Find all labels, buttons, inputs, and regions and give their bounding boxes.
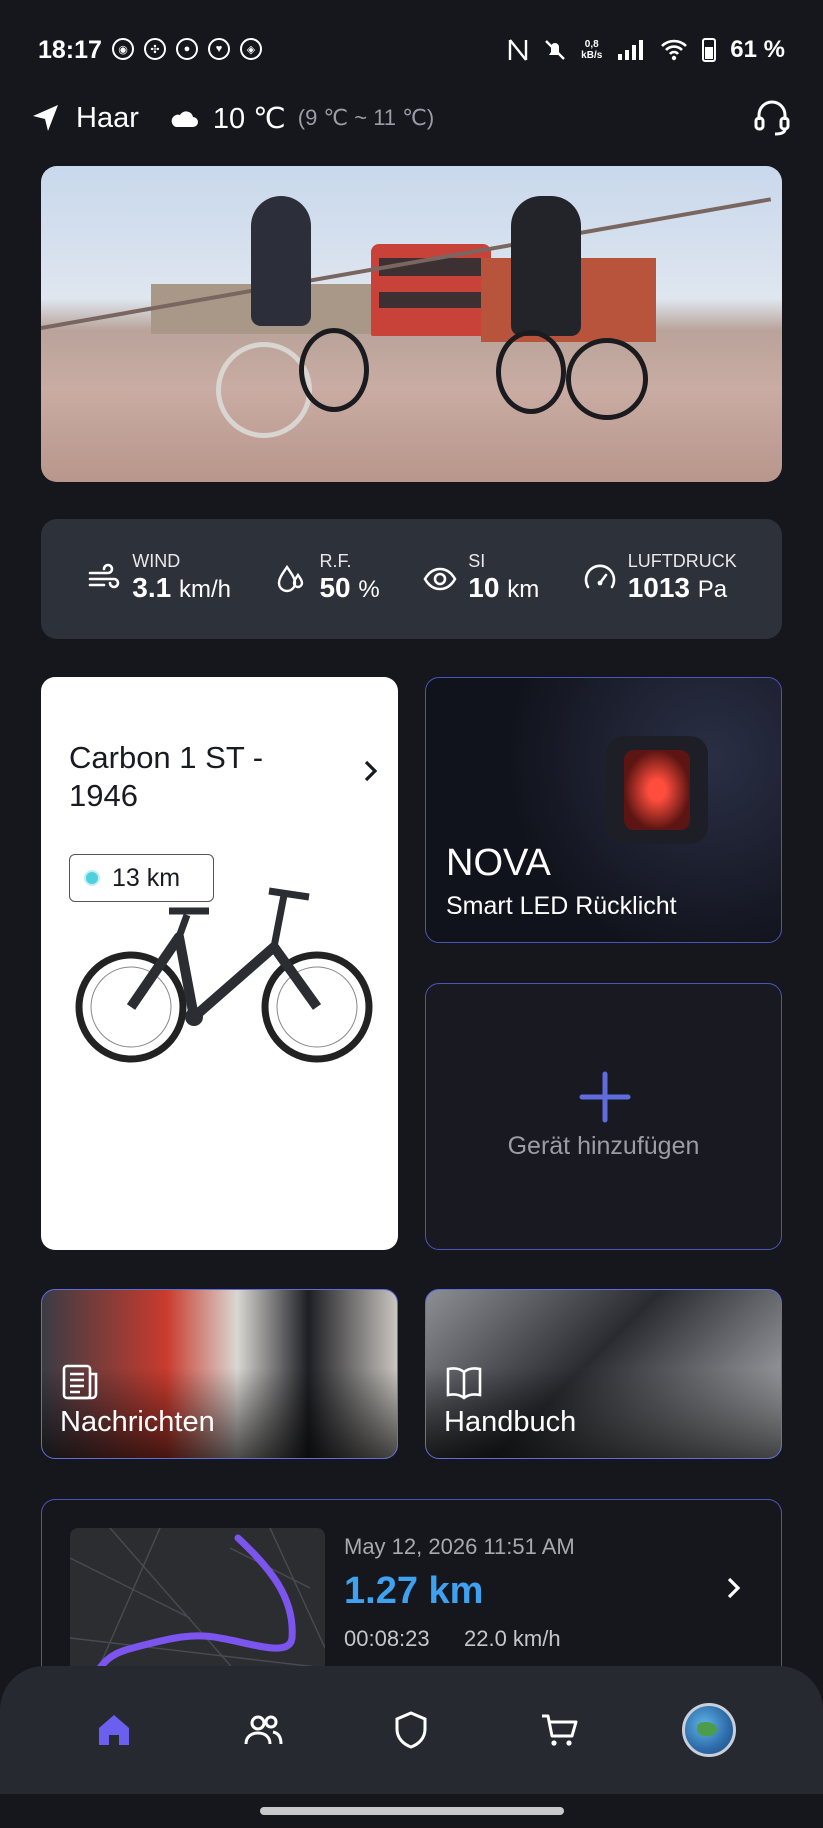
gauge-icon — [584, 564, 615, 589]
nav-shop[interactable] — [530, 1700, 590, 1760]
headset-support-icon[interactable] — [751, 96, 793, 138]
hero-rider-left — [251, 196, 311, 326]
home-icon — [99, 1715, 130, 1745]
hero-rider-right — [511, 196, 581, 336]
chevron-right-icon[interactable] — [721, 1576, 745, 1600]
ride-distance: 1.27 km — [344, 1570, 484, 1612]
ride-date: May 12, 2026 11:51 AM — [344, 1534, 575, 1559]
nova-light-card[interactable]: NOVA Smart LED Rücklicht — [425, 677, 782, 943]
bottom-navigation — [0, 1666, 823, 1794]
location-header: Haar 10 ℃ (9 ℃ ~ 11 ℃) — [30, 96, 793, 140]
people-icon — [244, 1715, 283, 1745]
visibility-value: 10 — [468, 572, 500, 603]
ride-card[interactable]: May 12, 2026 11:51 AM 1.27 km 00:08:23 2… — [41, 1499, 782, 1679]
hero-banner[interactable] — [41, 166, 782, 482]
status-time: 18:17 — [38, 36, 102, 64]
signal-icon — [618, 40, 644, 60]
fan-icon: ✣ — [144, 38, 166, 60]
bike-image — [75, 887, 373, 1063]
home-indicator[interactable] — [260, 1807, 564, 1815]
weather-stats: WIND 3.1 km/h R.F. 50 % SI 10 km LUFTDRU… — [41, 519, 782, 639]
nova-name: NOVA — [446, 842, 551, 884]
nav-security[interactable] — [381, 1700, 441, 1760]
current-temperature: 10 ℃ — [212, 102, 286, 135]
heart-icon: ♥ — [208, 38, 230, 60]
battery-level: 61 % — [730, 36, 785, 63]
status-right: 0,8 kB/s 61 % — [507, 36, 785, 64]
stat-pressure: LUFTDRUCK 1013 Pa — [582, 551, 737, 607]
wind-unit: km/h — [178, 576, 231, 603]
globe-icon — [681, 1703, 736, 1757]
news-tile[interactable]: Nachrichten — [41, 1289, 398, 1459]
pressure-unit: Pa — [697, 576, 728, 603]
stat-visibility: SI 10 km — [422, 551, 539, 607]
location-arrow-icon — [33, 105, 58, 131]
notification-icons: ◉ ✣ ● ♥ ◈ — [112, 38, 262, 60]
mute-icon — [545, 40, 566, 60]
bike-wheel — [216, 342, 312, 438]
humidity-label: R.F. — [319, 551, 352, 571]
visibility-label: SI — [468, 551, 486, 571]
humidity-unit: % — [358, 576, 380, 603]
net-speed: 0,8 kB/s — [581, 39, 603, 61]
lion-icon: ◈ — [240, 38, 262, 60]
bike-wheel — [299, 328, 369, 412]
rear-light-image — [606, 736, 708, 844]
news-label: Nachrichten — [60, 1406, 215, 1438]
ride-speed: 22.0 km/h — [464, 1626, 561, 1651]
ride-map — [70, 1528, 325, 1679]
humidity-value: 50 — [319, 572, 351, 603]
app-icon: ● — [176, 38, 198, 60]
nav-community[interactable] — [233, 1700, 293, 1760]
visibility-unit: km — [507, 576, 540, 603]
nova-subtitle: Smart LED Rücklicht — [446, 892, 677, 920]
nav-home[interactable] — [84, 1700, 144, 1760]
wifi-icon — [661, 39, 688, 61]
humidity-icon — [278, 564, 304, 593]
add-device-label: Gerät hinzufügen — [507, 1132, 700, 1160]
route-map — [70, 1528, 325, 1679]
pressure-value: 1013 — [627, 572, 690, 603]
wind-label: WIND — [132, 551, 181, 571]
notification-icon: ◉ — [112, 38, 134, 60]
stat-wind: WIND 3.1 km/h — [86, 551, 231, 607]
eye-icon — [423, 567, 457, 591]
pressure-label: LUFTDRUCK — [627, 551, 737, 571]
chevron-right-icon[interactable] — [358, 759, 382, 783]
location-city[interactable]: Haar — [76, 102, 139, 135]
device-card[interactable]: Carbon 1 ST - 1946 13 km — [41, 677, 398, 1250]
manual-label: Handbuch — [444, 1406, 577, 1438]
cart-icon — [542, 1714, 578, 1746]
wind-icon — [88, 563, 120, 589]
shield-icon — [395, 1711, 427, 1749]
book-icon — [446, 1367, 482, 1400]
nav-profile[interactable] — [679, 1700, 739, 1760]
battery-icon — [702, 38, 717, 62]
plus-icon — [579, 1071, 631, 1123]
device-name: Carbon 1 ST - 1946 — [69, 740, 264, 813]
temperature-range: (9 ℃ ~ 11 ℃) — [297, 105, 435, 130]
wind-value: 3.1 — [132, 572, 172, 603]
bike-wheel — [566, 338, 648, 420]
ride-duration: 00:08:23 — [344, 1626, 430, 1651]
manual-tile[interactable]: Handbuch — [425, 1289, 782, 1459]
stat-humidity: R.F. 50 % — [273, 551, 380, 607]
status-bar: 18:17 ◉ ✣ ● ♥ ◈ 0,8 kB/s 61 % — [0, 0, 823, 100]
add-device-card[interactable]: Gerät hinzufügen — [425, 983, 782, 1250]
news-icon — [62, 1364, 98, 1400]
cloud-icon — [171, 111, 198, 127]
nfc-icon — [508, 39, 528, 61]
bike-wheel — [496, 330, 566, 414]
